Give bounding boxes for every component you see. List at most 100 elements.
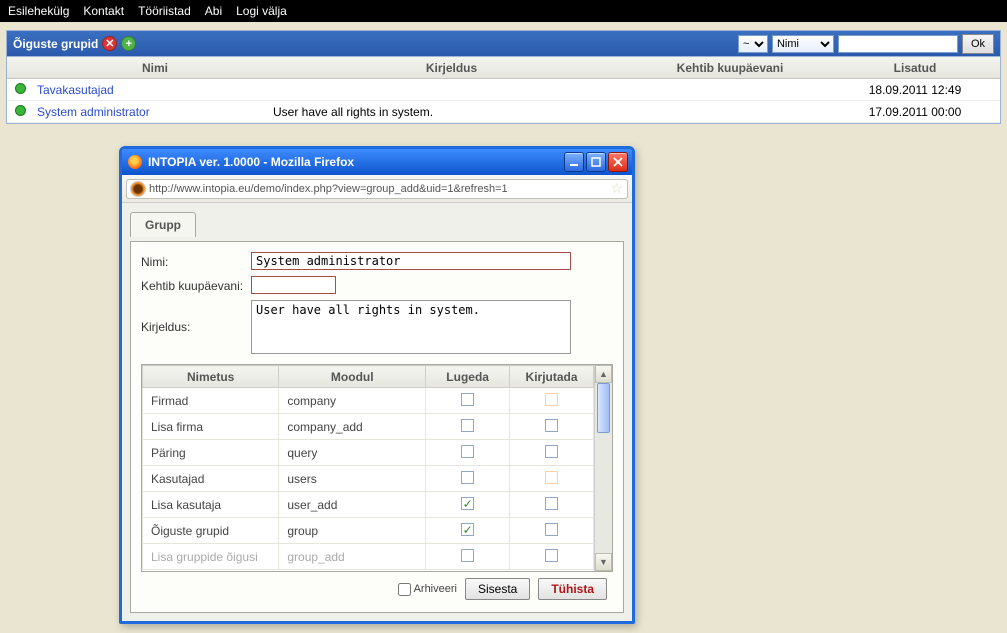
permission-row: Õiguste grupidgroup — [143, 518, 594, 544]
perm-module: users — [279, 466, 426, 492]
write-checkbox[interactable] — [545, 497, 558, 510]
nimi-input[interactable] — [251, 252, 571, 270]
permissions-scrollbar[interactable]: ▲ ▼ — [594, 365, 612, 571]
read-checkbox[interactable] — [461, 419, 474, 432]
cancel-button[interactable]: Tühista — [538, 578, 607, 600]
label-kehtib: Kehtib kuupäevani: — [141, 276, 251, 293]
window-title: INTOPIA ver. 1.0000 - Mozilla Firefox — [148, 155, 354, 169]
row-name[interactable]: System administrator — [33, 105, 273, 119]
table-row[interactable]: System administrator User have all right… — [7, 101, 1000, 123]
menu-contact[interactable]: Kontakt — [83, 4, 124, 18]
perm-module: query — [279, 440, 426, 466]
groups-panel: Õiguste grupid ✕ + ~ Nimi Ok Nimi Kirjel… — [6, 30, 1001, 124]
insert-button[interactable]: Sisesta — [465, 578, 530, 600]
address-bar: http://www.intopia.eu/demo/index.php?vie… — [122, 175, 632, 203]
write-checkbox[interactable] — [545, 549, 558, 562]
permission-row: Lisa firmacompany_add — [143, 414, 594, 440]
window-close-button[interactable] — [608, 152, 628, 172]
perm-module: user_add — [279, 492, 426, 518]
close-icon[interactable]: ✕ — [102, 36, 117, 51]
popup-window: INTOPIA ver. 1.0000 - Mozilla Firefox ht… — [119, 146, 635, 624]
filter-field-select[interactable]: Nimi — [772, 35, 834, 53]
menu-logout[interactable]: Logi välja — [236, 4, 287, 18]
archive-checkbox-label[interactable]: Arhiveeri — [398, 583, 457, 596]
perm-name: Õiguste grupid — [143, 518, 279, 544]
permission-row: Kasutajadusers — [143, 466, 594, 492]
tab-grupp[interactable]: Grupp — [130, 212, 196, 237]
url-field[interactable]: http://www.intopia.eu/demo/index.php?vie… — [126, 179, 628, 199]
col-name-header[interactable]: Nimi — [33, 61, 273, 75]
perm-name: Firmad — [143, 388, 279, 414]
filter-search-input[interactable] — [838, 35, 958, 53]
header-filter: ~ Nimi Ok — [738, 34, 994, 54]
table-row[interactable]: Tavakasutajad 18.09.2011 12:49 — [7, 79, 1000, 101]
archive-checkbox[interactable] — [398, 583, 411, 596]
kirjeldus-textarea[interactable]: User have all rights in system. — [251, 300, 571, 354]
top-menu: Esilehekülg Kontakt Tööriistad Abi Logi … — [0, 0, 1007, 22]
write-checkbox[interactable] — [545, 419, 558, 432]
read-checkbox[interactable] — [461, 393, 474, 406]
read-checkbox[interactable] — [461, 523, 474, 536]
add-icon[interactable]: + — [121, 36, 136, 51]
minimize-button[interactable] — [564, 152, 584, 172]
write-checkbox[interactable] — [545, 471, 558, 484]
row-desc: User have all rights in system. — [273, 105, 630, 119]
bookmark-star-icon[interactable]: ☆ — [610, 180, 623, 197]
filter-op-select[interactable]: ~ — [738, 35, 768, 53]
col-desc-header[interactable]: Kirjeldus — [273, 61, 630, 75]
popup-content: Grupp Nimi: Kehtib kuupäevani: Kirjeldus… — [122, 203, 632, 621]
permissions-table: Nimetus Moodul Lugeda Kirjutada Firmadco… — [142, 365, 594, 570]
permission-row: Lisa kasutajauser_add — [143, 492, 594, 518]
menu-tools[interactable]: Tööriistad — [138, 4, 191, 18]
perm-module: group_add — [279, 544, 426, 570]
scroll-thumb[interactable] — [597, 383, 610, 433]
tab-pane: Nimi: Kehtib kuupäevani: Kirjeldus: User… — [130, 241, 624, 613]
perm-name: Lisa kasutaja — [143, 492, 279, 518]
footer-actions: Arhiveeri Sisesta Tühista — [141, 572, 613, 602]
perm-module: company_add — [279, 414, 426, 440]
tabset: Grupp — [130, 211, 624, 241]
panel-title: Õiguste grupid — [13, 37, 98, 51]
row-added: 18.09.2011 12:49 — [830, 83, 1000, 97]
status-dot-icon — [15, 105, 26, 116]
scroll-up-icon[interactable]: ▲ — [595, 365, 612, 383]
read-checkbox[interactable] — [461, 497, 474, 510]
archive-label-text: Arhiveeri — [414, 583, 457, 595]
permissions-box: Nimetus Moodul Lugeda Kirjutada Firmadco… — [141, 364, 613, 572]
col-kirjutada[interactable]: Kirjutada — [510, 366, 594, 388]
perm-module: group — [279, 518, 426, 544]
row-name[interactable]: Tavakasutajad — [33, 83, 273, 97]
col-nimetus[interactable]: Nimetus — [143, 366, 279, 388]
read-checkbox[interactable] — [461, 445, 474, 458]
status-dot-icon — [15, 83, 26, 94]
scroll-down-icon[interactable]: ▼ — [595, 553, 612, 571]
url-text: http://www.intopia.eu/demo/index.php?vie… — [149, 183, 606, 195]
write-checkbox[interactable] — [545, 445, 558, 458]
col-lugeda[interactable]: Lugeda — [426, 366, 510, 388]
write-checkbox[interactable] — [545, 523, 558, 536]
label-nimi: Nimi: — [141, 252, 251, 269]
read-checkbox[interactable] — [461, 549, 474, 562]
perm-name: Päring — [143, 440, 279, 466]
menu-help[interactable]: Abi — [205, 4, 222, 18]
col-moodul[interactable]: Moodul — [279, 366, 426, 388]
perm-name: Lisa gruppide õigusi — [143, 544, 279, 570]
kehtib-input[interactable] — [251, 276, 336, 294]
col-valid-header[interactable]: Kehtib kuupäevani — [630, 61, 830, 75]
favicon-icon — [131, 182, 145, 196]
col-added-header[interactable]: Lisatud — [830, 61, 1000, 75]
firefox-icon — [128, 155, 142, 169]
titlebar[interactable]: INTOPIA ver. 1.0000 - Mozilla Firefox — [122, 149, 632, 175]
write-checkbox[interactable] — [545, 393, 558, 406]
maximize-button[interactable] — [586, 152, 606, 172]
panel-header: Õiguste grupid ✕ + ~ Nimi Ok — [7, 31, 1000, 57]
perm-name: Kasutajad — [143, 466, 279, 492]
grid-header: Nimi Kirjeldus Kehtib kuupäevani Lisatud — [7, 57, 1000, 79]
permission-row: Päringquery — [143, 440, 594, 466]
label-kirjeldus: Kirjeldus: — [141, 300, 251, 334]
menu-home[interactable]: Esilehekülg — [8, 4, 69, 18]
permission-row: Firmadcompany — [143, 388, 594, 414]
filter-ok-button[interactable]: Ok — [962, 34, 994, 54]
perm-name: Lisa firma — [143, 414, 279, 440]
read-checkbox[interactable] — [461, 471, 474, 484]
